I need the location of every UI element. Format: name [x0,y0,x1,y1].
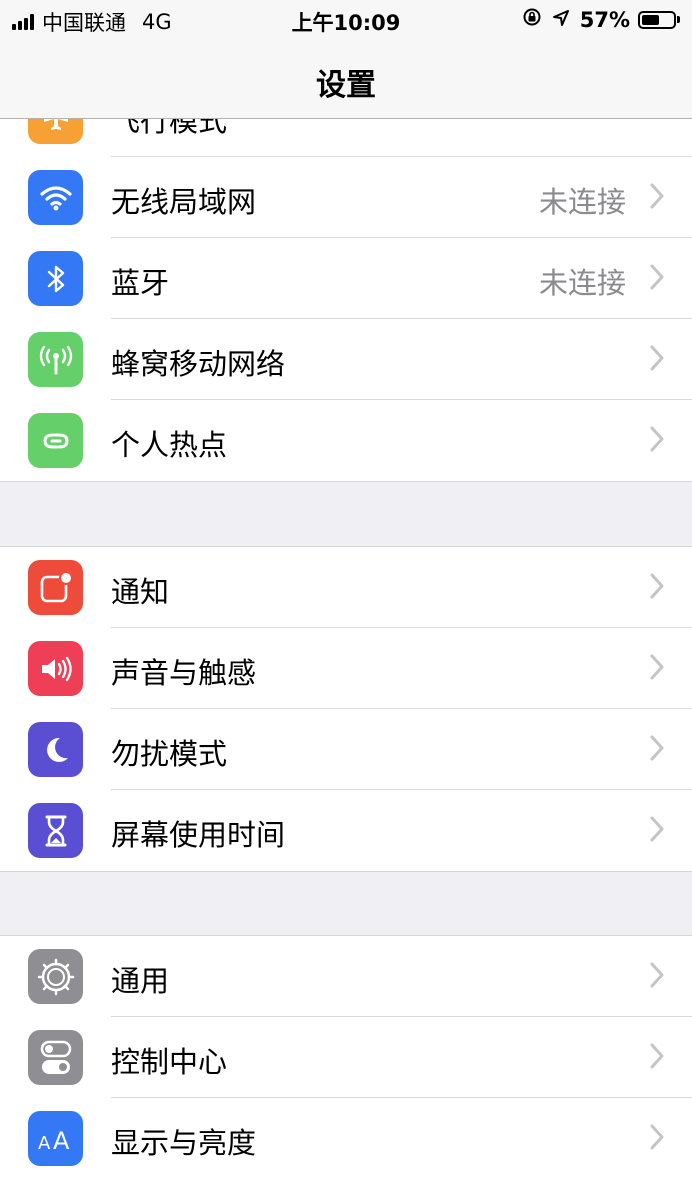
svg-text:A: A [38,1133,51,1154]
settings-row-notifications[interactable]: 通知 [0,547,692,628]
hourglass-icon [28,803,83,858]
chevron-right-icon [650,426,664,452]
chevron-right-icon [650,654,664,680]
chevron-right-icon [650,962,664,988]
settings-row-wifi[interactable]: 无线局域网 未连接 [0,157,692,238]
text-size-icon: AA [28,1111,83,1166]
settings-row-label: 个人热点 [111,428,228,462]
settings-row-label: 蓝牙 [111,266,170,300]
settings-row-label: 显示与亮度 [111,1126,257,1160]
settings-row-label: 屏幕使用时间 [111,818,286,852]
chevron-right-icon [650,735,664,761]
location-icon [552,8,570,32]
chevron-right-icon [650,345,664,371]
chevron-right-icon [650,1124,664,1150]
wifi-icon [28,170,83,225]
svg-text:A: A [53,1127,70,1154]
general-group: 通用 控制中心 AA 显示与亮度 [0,935,692,1179]
speaker-icon [28,641,83,696]
settings-row-display-brightness[interactable]: AA 显示与亮度 [0,1098,692,1179]
status-bar: 中国联通 4G 上午10:09 57% [0,0,692,40]
chevron-right-icon [650,183,664,209]
battery-icon [638,10,680,29]
chevron-right-icon [650,1043,664,1069]
connectivity-group: 飞行模式 无线局域网 未连接 蓝牙 未连接 蜂窝移动网络 个人热点 [0,58,692,482]
settings-row-bluetooth[interactable]: 蓝牙 未连接 [0,238,692,319]
settings-row-screen-time[interactable]: 屏幕使用时间 [0,790,692,871]
battery-percentage: 57% [579,7,630,32]
notification-icon [28,560,83,615]
settings-row-label: 声音与触感 [111,656,257,690]
cellular-icon [28,332,83,387]
settings-row-general[interactable]: 通用 [0,936,692,1017]
settings-row-cellular[interactable]: 蜂窝移动网络 [0,319,692,400]
settings-row-label: 通知 [111,575,170,609]
settings-row-label: 勿扰模式 [111,737,228,771]
gear-icon [28,949,83,1004]
bluetooth-status-value: 未连接 [538,266,626,300]
settings-row-sounds[interactable]: 声音与触感 [0,628,692,709]
settings-row-control-center[interactable]: 控制中心 [0,1017,692,1098]
wifi-status-value: 未连接 [538,185,626,219]
notifications-group: 通知 声音与触感 勿扰模式 屏幕使用时间 [0,546,692,872]
settings-row-do-not-disturb[interactable]: 勿扰模式 [0,709,692,790]
chevron-right-icon [650,816,664,842]
navigation-bar: 设置 [0,40,692,119]
page-title: 设置 [316,68,376,103]
chevron-right-icon [650,264,664,290]
moon-icon [28,722,83,777]
settings-row-label: 通用 [111,964,170,998]
orientation-lock-icon [522,7,542,32]
settings-row-label: 蜂窝移动网络 [111,347,286,381]
bluetooth-icon [28,251,83,306]
hotspot-icon [28,413,83,468]
settings-row-hotspot[interactable]: 个人热点 [0,400,692,481]
settings-row-label: 无线局域网 [111,185,257,219]
chevron-right-icon [650,573,664,599]
battery-level [642,14,660,25]
settings-row-label: 控制中心 [111,1045,228,1079]
switches-icon [28,1030,83,1085]
